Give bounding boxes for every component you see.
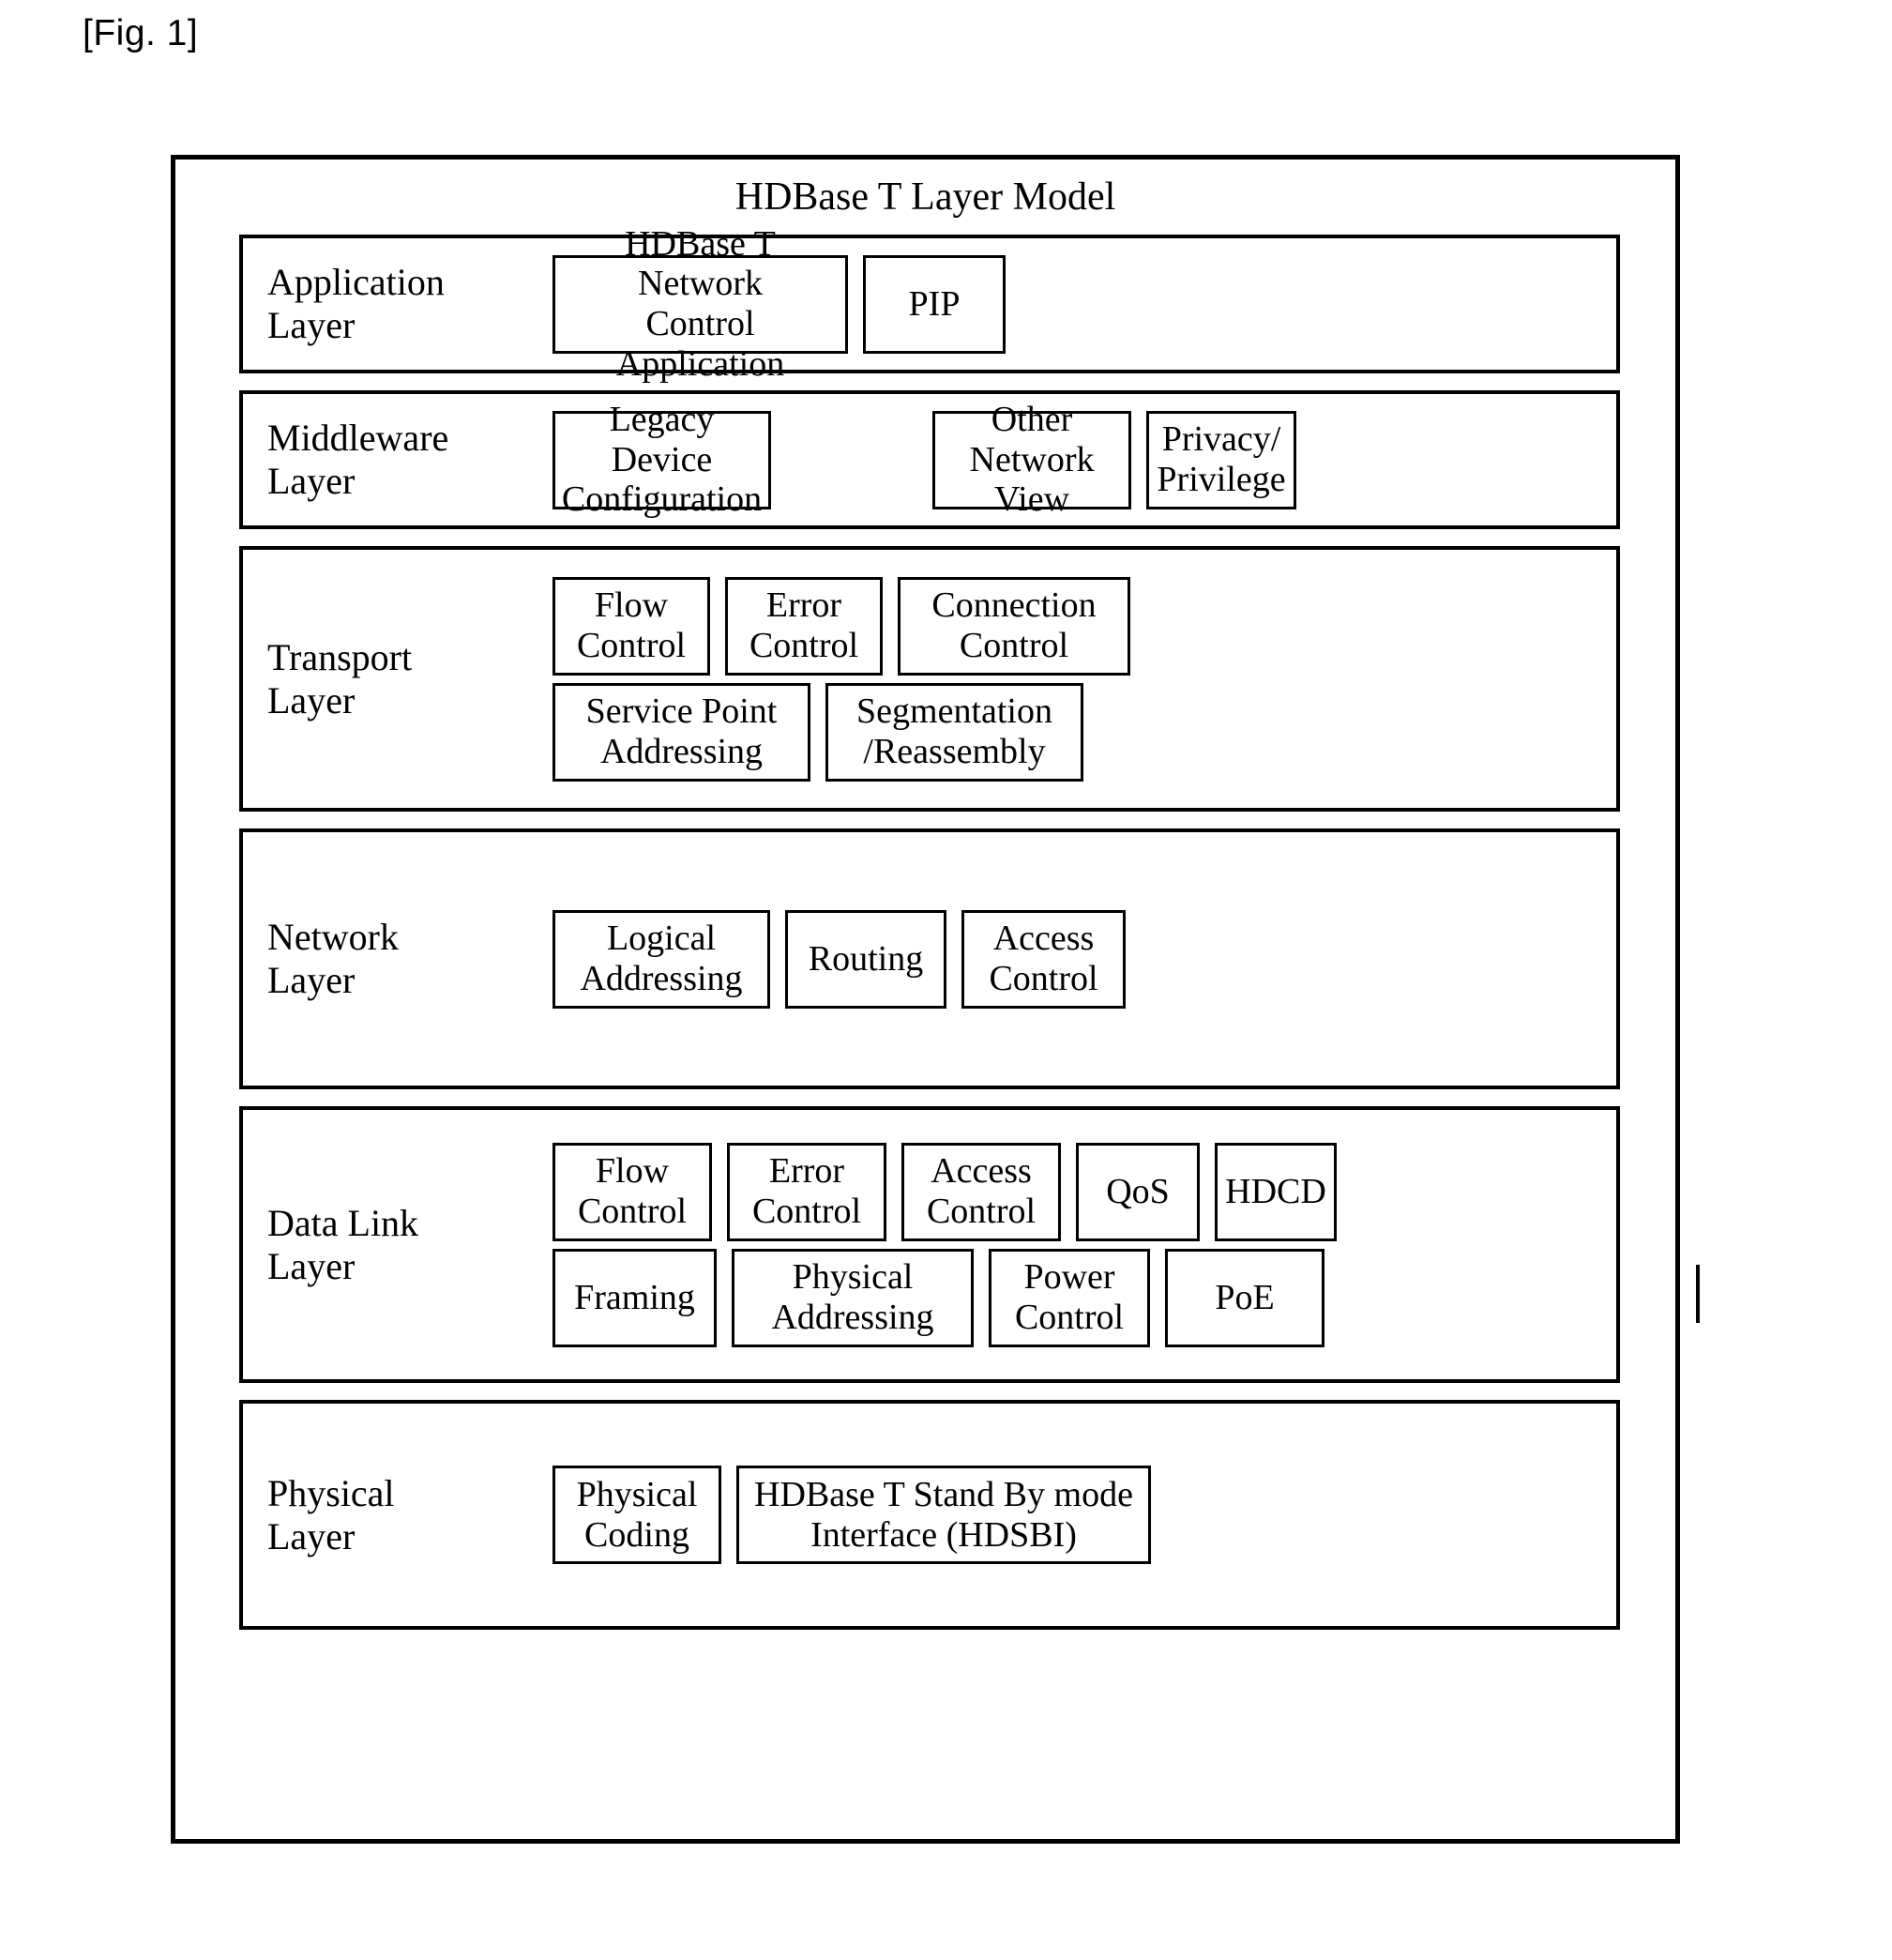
component-box-framing[interactable]: Framing [552,1248,717,1347]
component-box-qos[interactable]: QoS [1076,1142,1200,1241]
layer-band-transport: Transport Layer Flow Control Error Contr… [239,546,1620,812]
component-box-physical-coding[interactable]: Physical Coding [552,1466,721,1564]
component-box-access-control[interactable]: Access Control [901,1142,1061,1241]
component-box-power-control[interactable]: Power Control [989,1248,1150,1347]
component-row: Service Point Addressing Segmentation /R… [552,682,1605,782]
component-box-access-control[interactable]: Access Control [961,909,1126,1009]
figure-label: [Fig. 1] [83,13,199,53]
diagram-title: HDBase T Layer Model [734,175,1116,219]
layer-band-network: Network Layer Logical Addressing Routing… [239,828,1620,1089]
layer-stack: Application Layer HDBase T Network Contr… [239,224,1620,1630]
component-row: Legacy Device Configuration Other Networ… [552,400,1605,519]
component-box-pip[interactable]: PIP [863,254,1006,354]
component-row: Flow Control Error Control Connection Co… [552,576,1605,676]
layer-components-application: HDBase T Network Control Application PIP [552,224,1616,384]
layer-components-network: Logical Addressing Routing Access Contro… [552,909,1616,1009]
component-box-other-network-view[interactable]: Other Network View [932,400,1131,519]
layer-band-middleware: Middleware Layer Legacy Device Configura… [239,390,1620,529]
layout-spacer [786,411,917,509]
layer-label-transport: Transport Layer [267,635,413,722]
component-box-error-control[interactable]: Error Control [725,576,883,676]
component-box-legacy-device-configuration[interactable]: Legacy Device Configuration [552,400,771,519]
layer-label-physical: Physical Layer [267,1471,395,1557]
layer-label-middleware: Middleware Layer [267,417,449,502]
layer-band-data-link: Data Link Layer Flow Control Error Contr… [239,1106,1620,1383]
layer-label-data-link: Data Link Layer [267,1201,419,1287]
layer-components-data-link: Flow Control Error Control Access Contro… [552,1142,1616,1347]
component-box-flow-control[interactable]: Flow Control [552,1142,712,1241]
component-box-hdbase-t-stand-by-mode-interface[interactable]: HDBase T Stand By mode Interface (HDSBI) [736,1466,1151,1564]
component-row: Flow Control Error Control Access Contro… [552,1142,1605,1241]
component-box-connection-control[interactable]: Connection Control [898,576,1130,676]
layer-label-network: Network Layer [267,916,399,1001]
component-row: HDBase T Network Control Application PIP [552,224,1605,384]
component-box-privacy-privilege[interactable]: Privacy/ Privilege [1146,410,1296,509]
layer-components-physical: Physical Coding HDBase T Stand By mode I… [552,1466,1616,1564]
layer-components-transport: Flow Control Error Control Connection Co… [552,576,1616,782]
component-row: Physical Coding HDBase T Stand By mode I… [552,1466,1605,1564]
component-box-routing[interactable]: Routing [785,909,946,1009]
layer-label-application: Application Layer [267,261,445,346]
margin-tick-mark [1696,1265,1700,1323]
component-box-physical-addressing[interactable]: Physical Addressing [732,1248,974,1347]
component-box-hdbase-t-network-control-application[interactable]: HDBase T Network Control Application [552,224,848,384]
component-row: Framing Physical Addressing Power Contro… [552,1248,1605,1347]
component-box-hdcd[interactable]: HDCD [1215,1142,1337,1241]
component-box-flow-control[interactable]: Flow Control [552,576,710,676]
layer-band-physical: Physical Layer Physical Coding HDBase T … [239,1400,1620,1630]
component-box-service-point-addressing[interactable]: Service Point Addressing [552,682,810,782]
layer-band-application: Application Layer HDBase T Network Contr… [239,224,1620,384]
component-row: Logical Addressing Routing Access Contro… [552,909,1605,1009]
component-box-error-control[interactable]: Error Control [727,1142,886,1241]
layer-model-diagram: HDBase T Layer Model Application Layer H… [171,155,1680,1844]
layer-components-middleware: Legacy Device Configuration Other Networ… [552,400,1616,519]
component-box-logical-addressing[interactable]: Logical Addressing [552,909,770,1009]
component-box-segmentation-reassembly[interactable]: Segmentation /Reassembly [825,682,1083,782]
component-box-poe[interactable]: PoE [1165,1248,1324,1347]
